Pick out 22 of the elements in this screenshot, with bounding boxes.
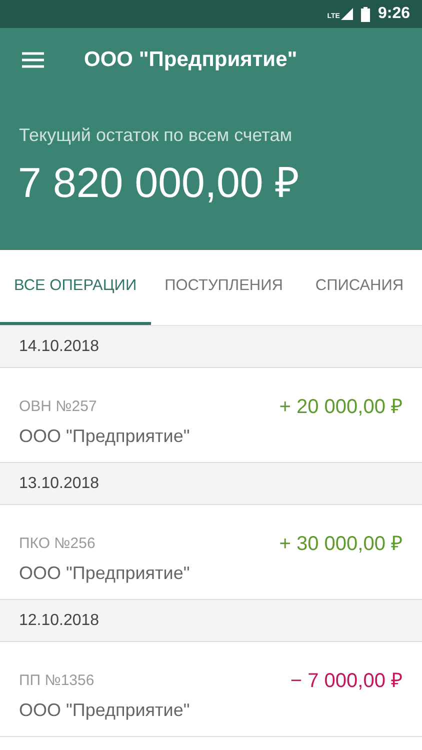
operation-amount: − 7 000,00 ₽ bbox=[290, 669, 403, 694]
operation-row[interactable]: ПП №1356 ООО "Предприятие" − 7 000,00 ₽ bbox=[0, 642, 422, 737]
date-header: 12.10.2018 bbox=[0, 600, 422, 642]
counterparty-name: ООО "Предприятие" bbox=[19, 698, 190, 722]
operation-amount: + 30 000,00 ₽ bbox=[279, 532, 403, 557]
document-number: ПКО №256 bbox=[19, 534, 96, 554]
battery-icon bbox=[360, 6, 370, 22]
signal-icon bbox=[340, 8, 353, 20]
balance-amount: 7 820 000,00 ₽ bbox=[18, 158, 300, 208]
clock: 9:26 bbox=[378, 4, 410, 24]
date-header: 14.10.2018 bbox=[0, 326, 422, 368]
document-number: ОВН №257 bbox=[19, 397, 98, 417]
operation-amount: + 20 000,00 ₽ bbox=[279, 395, 403, 420]
tab[interactable]: ПОСТУПЛЕНИЯ bbox=[150, 250, 297, 325]
date-header: 13.10.2018 bbox=[0, 463, 422, 505]
balance-label: Текущий остаток по всем счетам bbox=[19, 124, 294, 147]
counterparty-name: ООО "Предприятие" bbox=[19, 424, 190, 448]
document-number: ПП №1356 bbox=[19, 671, 96, 691]
tab[interactable]: СПИСАНИЯ bbox=[296, 250, 422, 325]
menu-icon bbox=[22, 52, 44, 68]
counterparty-name: ООО "Предприятие" bbox=[19, 562, 190, 585]
app-title: ООО "Предприятие" bbox=[84, 47, 298, 74]
